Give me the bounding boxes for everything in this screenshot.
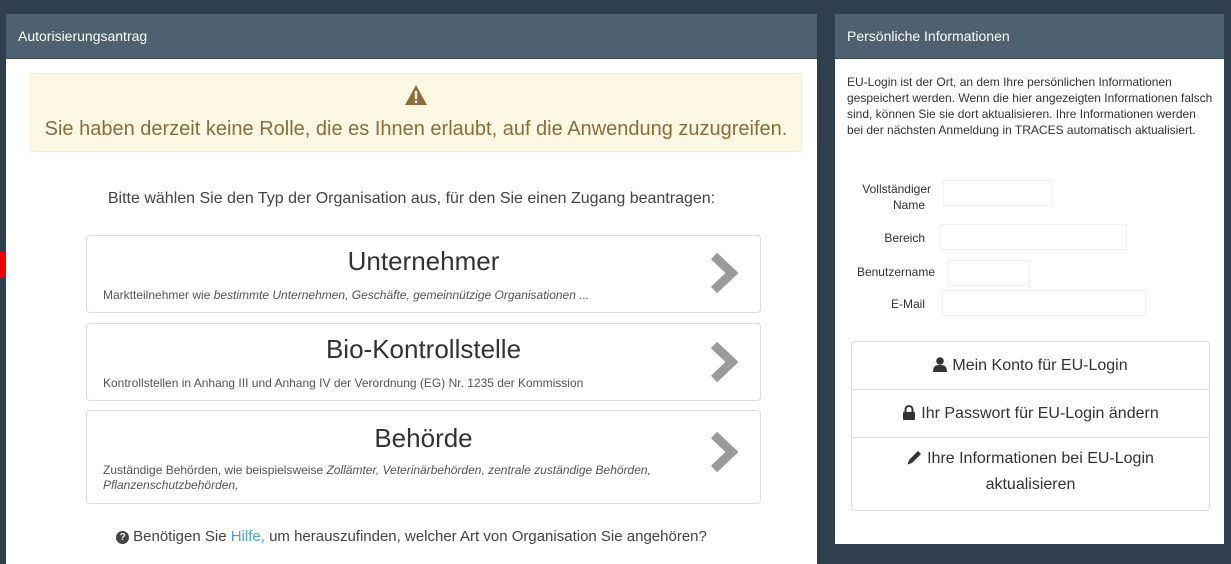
panel-title: Persönliche Informationen (835, 14, 1224, 59)
username-label: Benutzername (856, 265, 935, 279)
org-type-title: Bio-Kontrollstelle (325, 334, 522, 364)
eu-login-actions: Mein Konto für EU-Login Ihr Passwort für… (851, 341, 1210, 511)
email-value (942, 290, 1146, 316)
help-link[interactable]: Hilfe, (231, 528, 265, 545)
lock-icon (903, 405, 916, 420)
organization-type-prompt: Bitte wählen Sie den Typ der Organisatio… (107, 190, 716, 207)
pencil-icon (907, 451, 922, 465)
org-type-description: Kontrollstellen in Anhang III und Anhang… (103, 376, 584, 390)
username-value (948, 260, 1030, 286)
org-type-description: Zuständige Behörden, wie beispielsweise … (103, 463, 651, 492)
help-text: ? Benötigen Sie Hilfe, um herauszufinden,… (6, 528, 817, 545)
full-name-value (943, 180, 1053, 206)
update-information-button[interactable]: Ihre Informationen bei EU-Login aktualis… (852, 438, 1209, 510)
email-label: E-Mail (890, 297, 925, 311)
area-label: Bereich (884, 231, 925, 245)
panel-title: Autorisierungsantrag (6, 14, 817, 59)
alert-message: Sie haben derzeit keine Rolle, die es Ih… (44, 118, 788, 140)
org-type-card-bio-kontrollstelle[interactable]: Bio-Kontrollstelle Kontrollstellen in An… (86, 323, 761, 401)
no-role-alert: Sie haben derzeit keine Rolle, die es Ih… (30, 73, 802, 152)
org-type-description: Marktteilnehmer wie bestimmte Unternehme… (103, 288, 590, 302)
chevron-right-icon (710, 431, 738, 473)
authorization-request-panel: Autorisierungsantrag Sie haben derzeit k… (6, 14, 817, 564)
org-type-title: Behörde (374, 423, 473, 453)
area-value (940, 224, 1127, 250)
chevron-right-icon (710, 341, 738, 383)
org-type-card-unternehmer[interactable]: Unternehmer Marktteilnehmer wie bestimmt… (86, 235, 761, 313)
my-eu-login-account-button[interactable]: Mein Konto für EU-Login (852, 342, 1209, 390)
org-type-card-behoerde[interactable]: Behörde Zuständige Behörden, wie beispie… (86, 410, 761, 504)
full-name-label: Vollständiger Name (862, 182, 931, 212)
change-password-button[interactable]: Ihr Passwort für EU-Login ändern (852, 390, 1209, 438)
user-icon (933, 357, 948, 372)
chevron-right-icon (710, 252, 738, 294)
eu-login-info-text: EU-Login ist der Ort, an dem Ihre persön… (847, 75, 1213, 137)
question-circle-icon: ? (116, 531, 130, 544)
org-type-title: Unternehmer (347, 246, 500, 276)
personal-information-panel: Persönliche Informationen EU-Login ist d… (835, 14, 1224, 544)
warning-triangle-icon (405, 85, 427, 105)
